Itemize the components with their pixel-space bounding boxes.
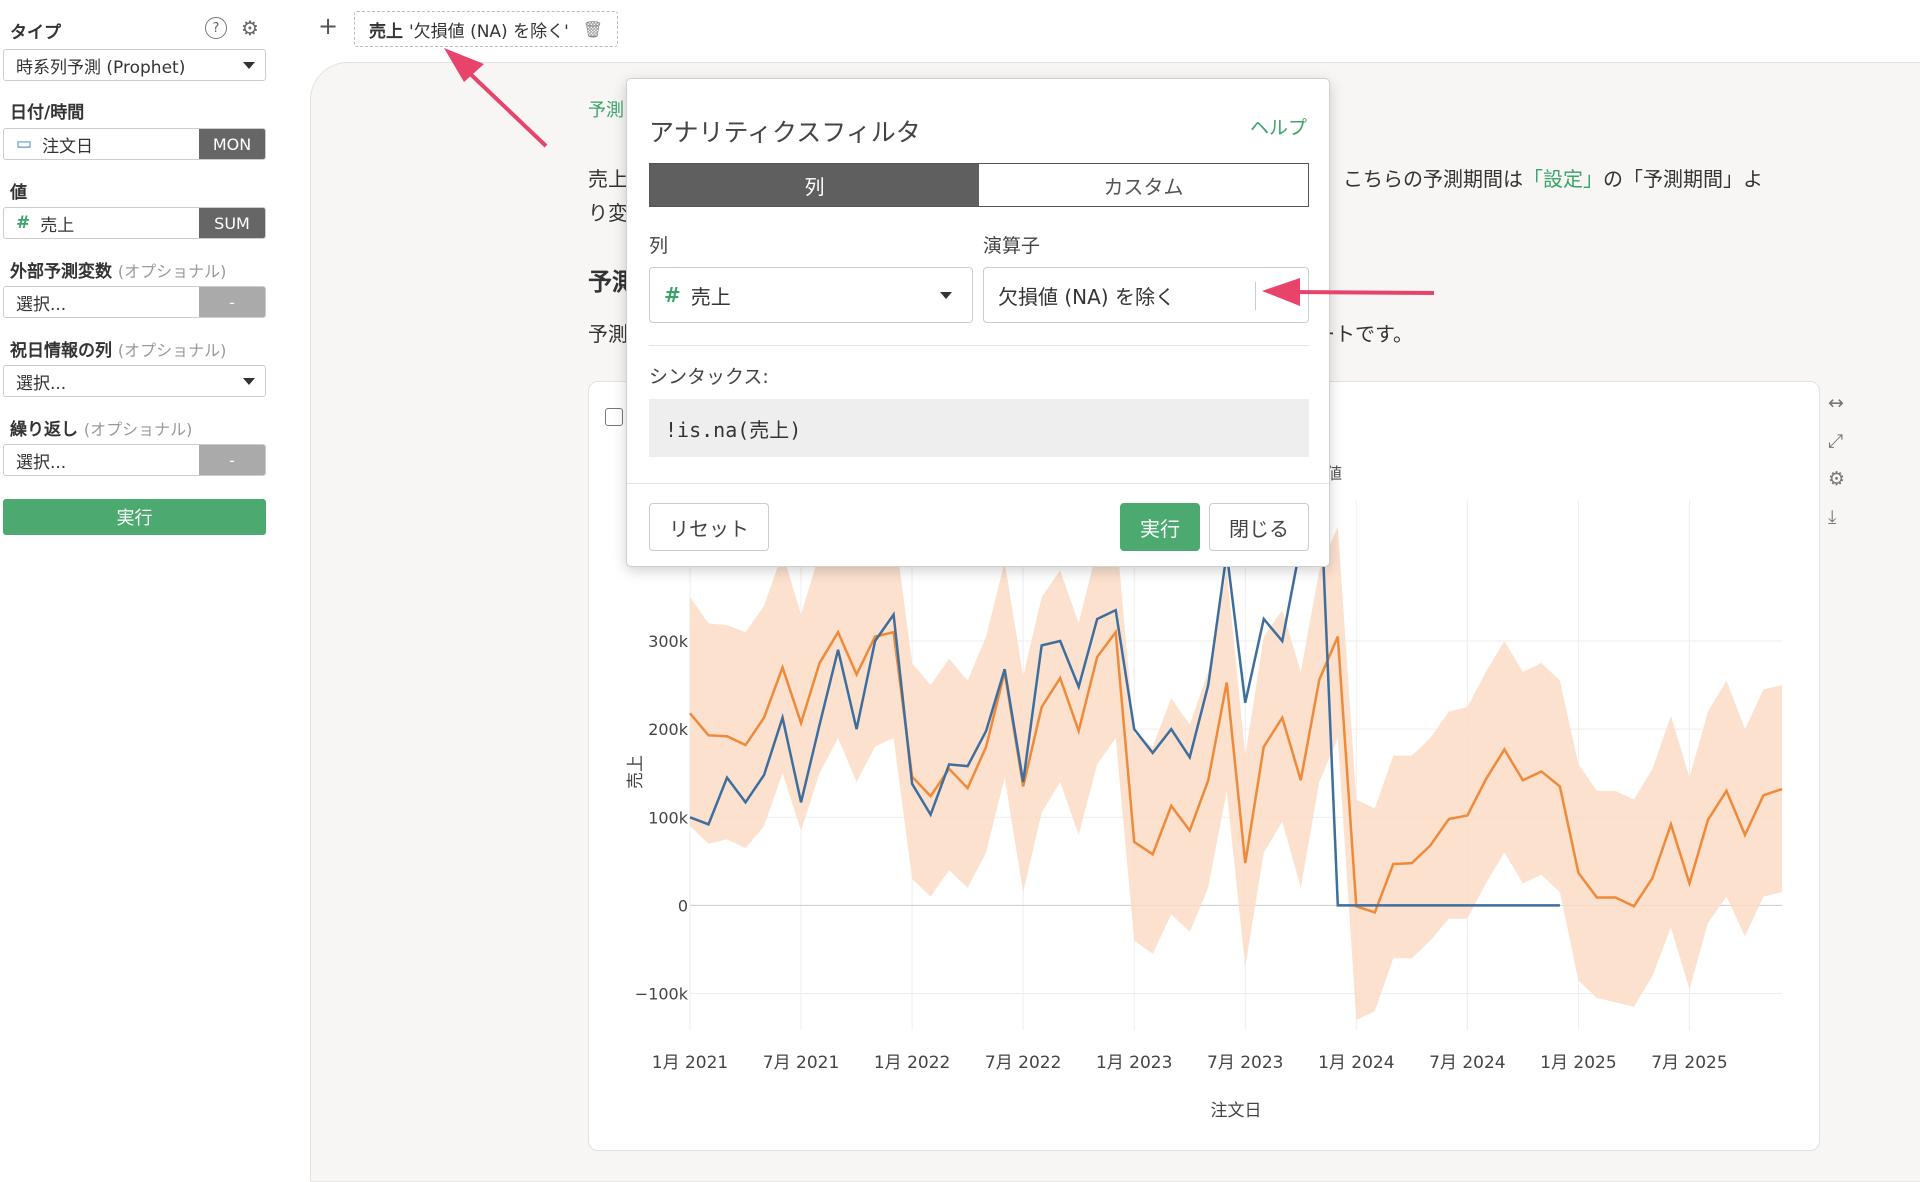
chevron-down-icon [243, 378, 255, 385]
close-button[interactable]: 閉じる [1209, 503, 1309, 551]
holiday-select-value: 選択... [16, 373, 67, 394]
help-link[interactable]: ヘルプ [1250, 113, 1307, 140]
breadcrumb[interactable]: 予測 [588, 96, 624, 122]
gear-icon[interactable]: ⚙ [239, 16, 261, 40]
holiday-label: 祝日情報の列 (オプショナル) [10, 336, 226, 361]
holiday-select[interactable]: 選択... [3, 365, 266, 397]
chevron-down-icon [243, 62, 255, 69]
expand-horizontal-icon[interactable]: ↔ [1828, 392, 1845, 414]
syntax-label: シンタックス: [649, 366, 769, 388]
ext-regressor-placeholder: 選択... [16, 294, 67, 315]
description-right-a: こちらの予測期間は [1343, 167, 1523, 191]
value-label: 値 [10, 183, 27, 203]
calendar-icon: ▭ [16, 134, 33, 154]
holiday-label-text: 祝日情報の列 [10, 341, 112, 361]
date-field-value: 注文日 [42, 136, 94, 157]
value-field-value: 売上 [40, 215, 75, 236]
analytics-filter-dialog: アナリティクスフィルタ ヘルプ 列 カスタム 列 演算子 # 売上 欠損値 (N… [626, 78, 1330, 567]
settings-link[interactable]: 「設定」 [1523, 167, 1603, 191]
ext-regressor-label-text: 外部予測変数 [10, 262, 112, 282]
repeat-placeholder: 選択... [16, 452, 67, 473]
chart-toolbar: ↔ ⤢ ⚙ ⤓ [1828, 392, 1845, 528]
numeric-hash-icon: # [664, 283, 681, 307]
filter-mode-tabs: 列 カスタム [649, 163, 1309, 207]
chevron-down-icon [940, 292, 952, 299]
sidebar-icons: ? ⚙ [205, 16, 261, 40]
tab-custom[interactable]: カスタム [979, 164, 1308, 206]
value-field-combo[interactable]: # 売上 SUM [3, 207, 266, 239]
download-icon[interactable]: ⤓ [1828, 506, 1845, 528]
type-label: タイプ [10, 23, 61, 43]
divider [649, 345, 1309, 346]
optional-note: (オプショナル) [117, 262, 227, 281]
tab-column[interactable]: 列 [650, 164, 979, 206]
chart-checkbox[interactable] [605, 408, 623, 426]
dialog-title: アナリティクスフィルタ [649, 118, 921, 147]
type-select-value: 時系列予測 (Prophet) [16, 57, 186, 78]
optional-note: (オプショナル) [117, 341, 227, 360]
operator-select-value: 欠損値 (NA) を除く [998, 284, 1175, 309]
settings-sidebar: タイプ ? ⚙ 時系列予測 (Prophet) 日付/時間 ▭ 注文日 MON … [0, 0, 272, 1165]
numeric-hash-icon: # [16, 213, 31, 233]
gear-icon[interactable]: ⚙ [1828, 468, 1845, 490]
column-label: 列 [649, 235, 669, 257]
repeat-label-text: 繰り返し [10, 420, 78, 440]
ext-regressor-agg-button[interactable]: - [199, 287, 265, 317]
trash-icon[interactable]: 🗑 [583, 20, 603, 39]
reset-button[interactable]: リセット [649, 503, 769, 551]
repeat-agg-button[interactable]: - [199, 445, 265, 475]
repeat-label: 繰り返し (オプショナル) [10, 415, 192, 440]
operator-label: 演算子 [983, 235, 1041, 257]
repeat-combo[interactable]: 選択... - [3, 444, 266, 476]
add-filter-icon[interactable]: + [318, 12, 338, 40]
select-separator [1255, 282, 1256, 310]
date-label: 日付/時間 [10, 103, 85, 123]
operator-select[interactable]: 欠損値 (NA) を除く [983, 267, 1309, 323]
ext-regressor-combo[interactable]: 選択... - [3, 286, 266, 318]
footer-divider [627, 483, 1329, 484]
description-right-b: の「予測期間」よ [1603, 167, 1763, 191]
date-unit-button[interactable]: MON [199, 129, 265, 159]
ext-regressor-label: 外部予測変数 (オプショナル) [10, 257, 226, 282]
column-select-value: 売上 [690, 284, 731, 309]
filter-chip[interactable]: 売上 '欠損値 (NA) を除く' 🗑 [354, 11, 619, 47]
description-right: こちらの予測期間は「設定」の「予測期間」よ [1343, 162, 1763, 196]
run-button[interactable]: 実行 [3, 499, 266, 535]
syntax-preview: !is.na(売上) [649, 399, 1309, 457]
section-text-left: 予測 [588, 322, 628, 346]
column-select[interactable]: # 売上 [649, 267, 973, 323]
help-circle-icon[interactable]: ? [205, 17, 227, 39]
dialog-run-button[interactable]: 実行 [1120, 503, 1200, 551]
filter-chip-expr: '欠損値 (NA) を除く' [409, 21, 569, 42]
date-field-combo[interactable]: ▭ 注文日 MON [3, 128, 266, 160]
optional-note: (オプショナル) [83, 420, 193, 439]
type-select[interactable]: 時系列予測 (Prophet) [3, 49, 266, 81]
value-agg-button[interactable]: SUM [199, 208, 265, 238]
fullscreen-icon[interactable]: ⤢ [1828, 430, 1845, 452]
filter-chip-field: 売上 [369, 21, 403, 42]
